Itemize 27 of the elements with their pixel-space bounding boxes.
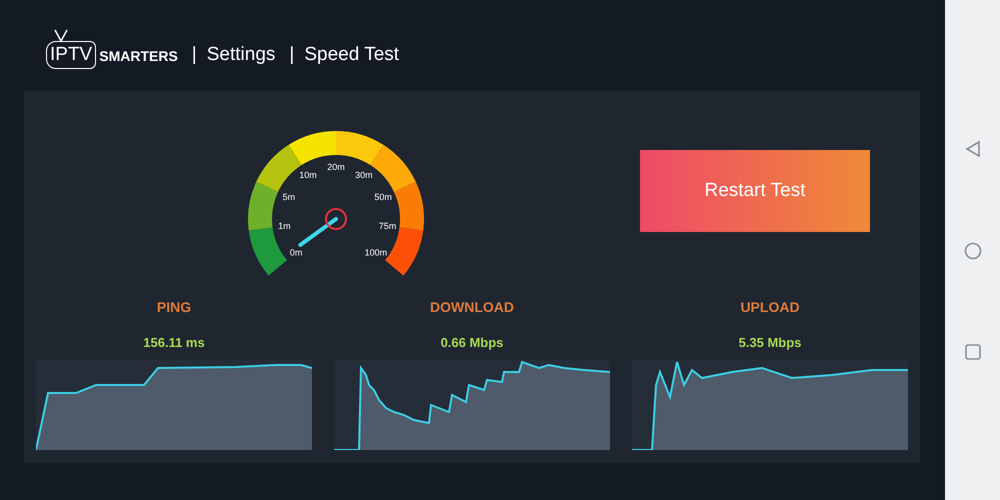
breadcrumb-item[interactable]: Speed Test <box>304 44 400 66</box>
result-title: PING <box>156 299 192 315</box>
gauge-label: 75m <box>378 220 396 231</box>
result-value: 0.66 Mbps <box>440 335 504 350</box>
gauge-label: 20m <box>327 162 345 172</box>
breadcrumb-separator: | <box>192 44 197 66</box>
gauge-label: 5m <box>282 192 296 202</box>
breadcrumb-separator: | <box>289 44 294 66</box>
logo-text: IPTV <box>46 41 96 69</box>
needle-hub-ring <box>325 208 347 230</box>
breadcrumb-item[interactable]: Settings <box>206 44 276 66</box>
gauge-needle <box>298 217 338 247</box>
back-icon[interactable] <box>964 140 982 158</box>
logo-text-bold: SMARTERS <box>99 48 178 66</box>
gauge-label: 0m <box>290 247 302 258</box>
home-icon[interactable] <box>964 242 982 260</box>
recents-icon[interactable] <box>964 344 980 360</box>
gauge-label: 30m <box>355 170 373 180</box>
result-value: 5.35 Mbps <box>738 335 802 350</box>
gauge-label: 100m <box>364 247 388 258</box>
result-value: 156.11 ms <box>143 335 205 350</box>
gauge-label: 50m <box>374 192 392 202</box>
result-title: UPLOAD <box>740 299 800 315</box>
result-title: DOWNLOAD <box>430 299 514 315</box>
gauge-label: 10m <box>299 170 317 180</box>
tv-antenna-icon <box>52 29 70 43</box>
gauge-label: 1m <box>278 220 291 231</box>
